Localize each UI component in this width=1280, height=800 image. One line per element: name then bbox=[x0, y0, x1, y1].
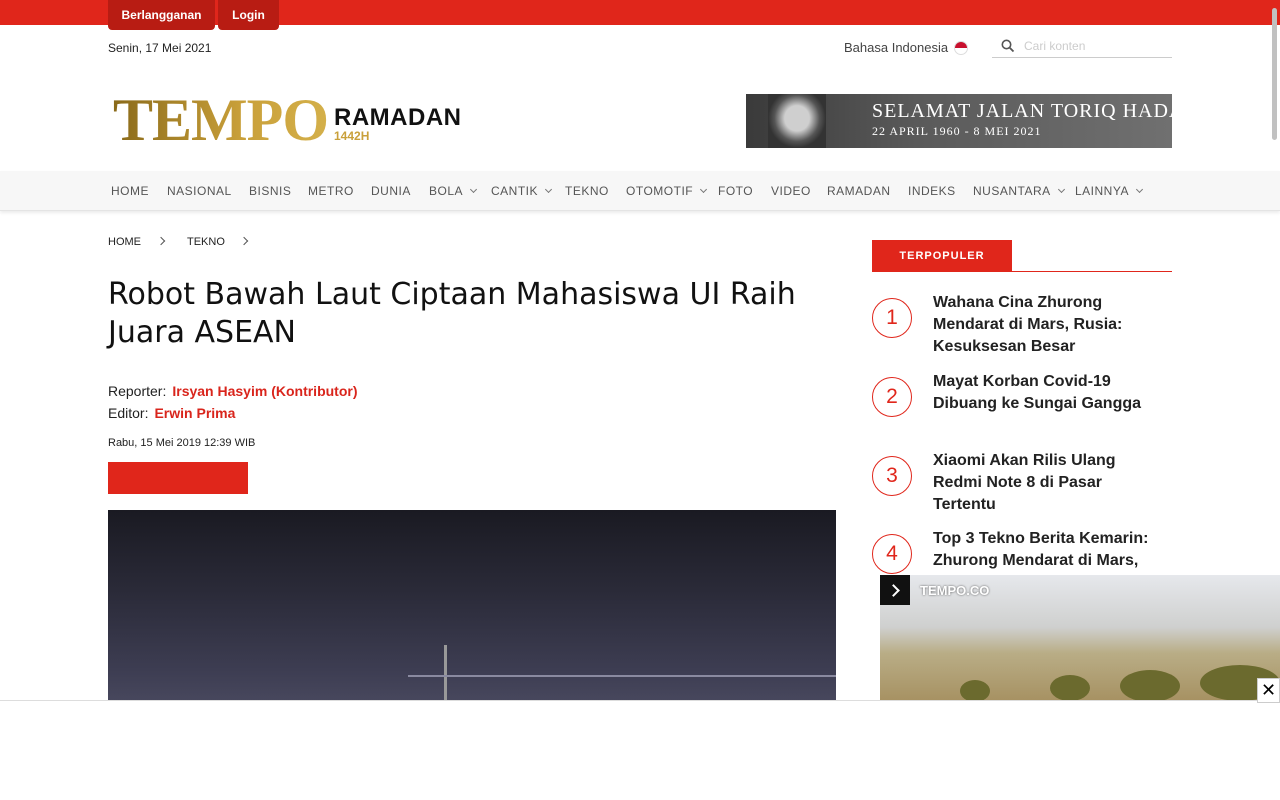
article-hero-image bbox=[108, 510, 836, 710]
logo-subtitle: RAMADAN bbox=[334, 104, 462, 131]
nav-item-cantik[interactable]: CANTIK bbox=[491, 184, 553, 198]
sidebar-divider bbox=[872, 271, 1172, 272]
language-selector[interactable]: Bahasa Indonesia bbox=[844, 40, 969, 55]
indonesia-flag-icon bbox=[954, 40, 969, 55]
nav-item-label: NUSANTARA bbox=[973, 184, 1051, 198]
search-icon[interactable] bbox=[992, 39, 1024, 53]
nav-item-bola[interactable]: BOLA bbox=[429, 184, 478, 198]
reporter-label: Reporter: bbox=[108, 383, 167, 399]
nav-item-home[interactable]: HOME bbox=[111, 184, 149, 198]
popular-item-1[interactable]: Wahana Cina Zhurong Mendarat di Mars, Ru… bbox=[933, 292, 1163, 358]
banner-portrait bbox=[768, 94, 826, 148]
logo-year: 1442H bbox=[334, 129, 370, 143]
nav-item-lainnya[interactable]: LAINNYA bbox=[1075, 184, 1144, 198]
nav-item-dunia[interactable]: DUNIA bbox=[371, 184, 411, 198]
article-title: Robot Bawah Laut Ciptaan Mahasiswa UI Ra… bbox=[108, 277, 796, 350]
video-brand-watermark: TEMPO.CO bbox=[920, 583, 990, 598]
nav-item-ramadan[interactable]: RAMADAN bbox=[827, 184, 891, 198]
nav-item-label: OTOMOTIF bbox=[626, 184, 694, 198]
chevron-down-icon bbox=[700, 185, 708, 194]
banner-headline: SELAMAT JALAN TORIQ HADAD bbox=[872, 100, 1172, 122]
chevron-down-icon bbox=[469, 185, 478, 194]
popular-item-3[interactable]: Xiaomi Akan Rilis Ulang Redmi Note 8 di … bbox=[933, 450, 1163, 516]
page-scrollbar[interactable] bbox=[1272, 8, 1277, 140]
nav-item-label: BOLA bbox=[429, 184, 464, 198]
chevron-right-icon bbox=[239, 236, 249, 246]
nav-item-otomotif[interactable]: OTOMOTIF bbox=[626, 184, 708, 198]
floating-video-player[interactable]: TEMPO.CO bbox=[880, 575, 1280, 705]
nav-item-label: LAINNYA bbox=[1075, 184, 1129, 198]
close-icon[interactable]: ✕ bbox=[1257, 678, 1280, 703]
popular-item-4[interactable]: Top 3 Tekno Berita Kemarin: Zhurong Mend… bbox=[933, 528, 1163, 572]
nav-item-indeks[interactable]: INDEKS bbox=[908, 184, 956, 198]
editor-label: Editor: bbox=[108, 405, 149, 421]
nav-item-tekno[interactable]: TEKNO bbox=[565, 184, 609, 198]
site-logo[interactable]: TEMPO RAMADAN 1442H bbox=[113, 87, 462, 153]
top-bar: Berlangganan Login bbox=[0, 0, 1280, 30]
editor-link[interactable]: Erwin Prima bbox=[154, 405, 235, 421]
nav-item-foto[interactable]: FOTO bbox=[718, 184, 753, 198]
video-next-button[interactable] bbox=[880, 575, 910, 605]
nav-item-nasional[interactable]: NASIONAL bbox=[167, 184, 232, 198]
breadcrumb-section[interactable]: TEKNO bbox=[187, 236, 225, 248]
publish-date: Rabu, 15 Mei 2019 12:39 WIB bbox=[108, 437, 256, 449]
popular-rank-3: 3 bbox=[872, 456, 912, 496]
popular-rank-2: 2 bbox=[872, 377, 912, 417]
popular-item-2[interactable]: Mayat Korban Covid-19 Dibuang ke Sungai … bbox=[933, 371, 1163, 415]
article-reporter: Reporter: Irsyan Hasyim (Kontributor) bbox=[108, 383, 358, 399]
nav-item-label: CANTIK bbox=[491, 184, 539, 198]
chevron-right-icon bbox=[886, 583, 900, 597]
search-input[interactable] bbox=[1024, 38, 1164, 53]
subscribe-button[interactable]: Berlangganan bbox=[108, 0, 215, 30]
popular-rank-1: 1 bbox=[872, 298, 912, 338]
main-navigation: HOME NASIONAL BISNIS METRO DUNIA BOLA CA… bbox=[0, 171, 1280, 211]
nav-item-video[interactable]: VIDEO bbox=[771, 184, 811, 198]
article-editor: Editor: Erwin Prima bbox=[108, 405, 235, 421]
nav-item-bisnis[interactable]: BISNIS bbox=[249, 184, 291, 198]
bottom-ad-slot bbox=[0, 700, 1280, 800]
chevron-right-icon bbox=[156, 236, 166, 246]
reporter-link[interactable]: Irsyan Hasyim (Kontributor) bbox=[172, 383, 357, 399]
logo-wordmark: TEMPO bbox=[113, 87, 329, 153]
login-button[interactable]: Login bbox=[218, 0, 279, 30]
nav-item-nusantara[interactable]: NUSANTARA bbox=[973, 184, 1065, 198]
chevron-down-icon bbox=[1135, 185, 1144, 194]
nav-item-metro[interactable]: METRO bbox=[308, 184, 354, 198]
current-date: Senin, 17 Mei 2021 bbox=[108, 41, 212, 55]
popular-rank-4: 4 bbox=[872, 534, 912, 574]
chevron-down-icon bbox=[544, 185, 553, 194]
tab-terpopuler[interactable]: TERPOPULER bbox=[872, 240, 1012, 272]
language-label: Bahasa Indonesia bbox=[844, 40, 949, 55]
banner-dates: 22 APRIL 1960 - 8 MEI 2021 bbox=[872, 124, 1042, 138]
hero-rail bbox=[408, 675, 836, 677]
breadcrumb-home[interactable]: HOME bbox=[108, 236, 141, 248]
search-box bbox=[992, 34, 1172, 58]
chevron-down-icon bbox=[1057, 185, 1065, 194]
share-button[interactable] bbox=[108, 462, 248, 494]
header-banner-ad[interactable]: SELAMAT JALAN TORIQ HADAD 22 APRIL 1960 … bbox=[746, 94, 1172, 148]
